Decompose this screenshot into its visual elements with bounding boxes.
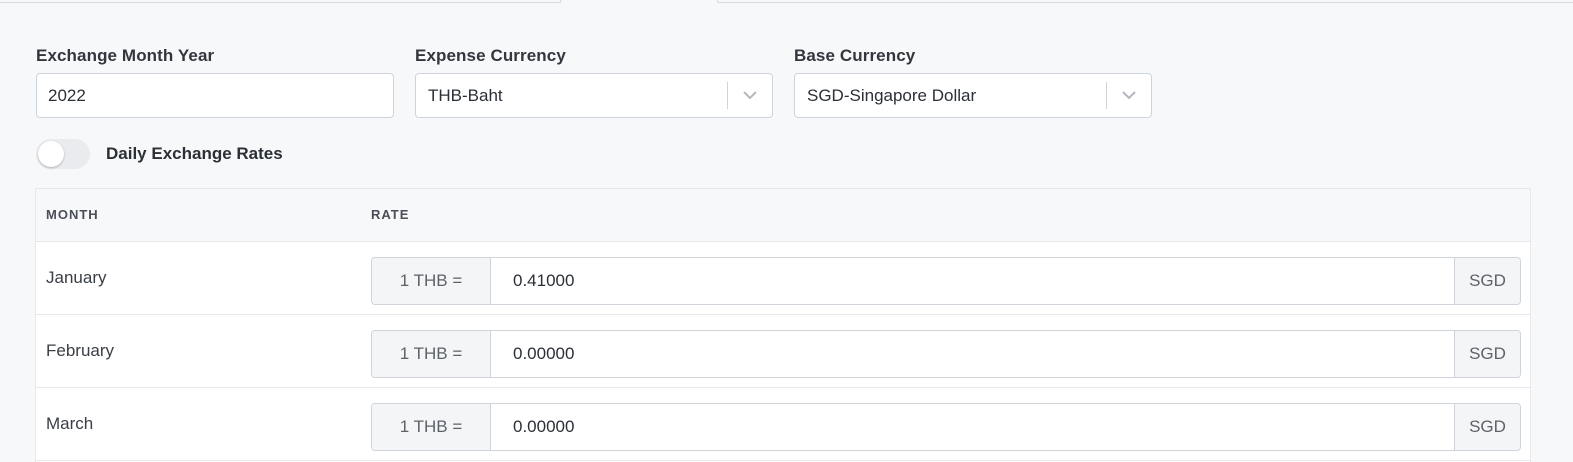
toggle-knob: [38, 141, 64, 167]
base-currency-value: SGD-Singapore Dollar: [807, 85, 977, 105]
rate-suffix: SGD: [1454, 331, 1520, 377]
rate-prefix: 1 THB =: [372, 331, 491, 377]
daily-exchange-rates-toggle[interactable]: [36, 139, 90, 169]
rate-input[interactable]: [491, 404, 1454, 450]
expense-currency-value: THB-Baht: [428, 85, 503, 105]
rate-prefix: 1 THB =: [372, 258, 491, 304]
tab-active[interactable]: [560, 0, 718, 3]
expense-currency-group: Expense Currency THB-Baht: [415, 44, 773, 118]
tab-divider-left: [0, 2, 560, 3]
chevron-down-icon[interactable]: [728, 74, 772, 117]
month-cell: January: [46, 268, 107, 287]
rate-input-group: 1 THB = SGD: [371, 257, 1521, 305]
exchange-month-year-input[interactable]: [37, 74, 393, 117]
exchange-month-year-group: Exchange Month Year: [36, 44, 394, 118]
month-column-header: MONTH: [46, 207, 99, 222]
rate-input-group: 1 THB = SGD: [371, 330, 1521, 378]
exchange-month-year-label: Exchange Month Year: [36, 46, 215, 65]
base-currency-select[interactable]: SGD-Singapore Dollar: [794, 73, 1152, 118]
table-row: March 1 THB = SGD: [36, 388, 1530, 461]
table-row: January 1 THB = SGD: [36, 242, 1530, 315]
exchange-month-year-box: [36, 73, 394, 118]
month-cell: March: [46, 414, 94, 433]
rate-input-group: 1 THB = SGD: [371, 403, 1521, 451]
rate-prefix: 1 THB =: [372, 404, 491, 450]
table-row: February 1 THB = SGD: [36, 315, 1530, 388]
daily-exchange-rates-row: Daily Exchange Rates: [36, 139, 283, 169]
expense-currency-label: Expense Currency: [415, 46, 566, 65]
base-currency-group: Base Currency SGD-Singapore Dollar: [794, 44, 1152, 118]
tab-bar: [0, 0, 1573, 3]
table-header: MONTH RATE: [36, 189, 1530, 242]
month-cell: February: [46, 341, 115, 360]
tab-divider-right: [718, 2, 1573, 3]
chevron-down-icon[interactable]: [1107, 74, 1151, 117]
rate-input[interactable]: [491, 331, 1454, 377]
daily-exchange-rates-label: Daily Exchange Rates: [106, 144, 283, 163]
rate-suffix: SGD: [1454, 258, 1520, 304]
rate-suffix: SGD: [1454, 404, 1520, 450]
rate-column-header: RATE: [371, 207, 410, 222]
rate-input[interactable]: [491, 258, 1454, 304]
expense-currency-select[interactable]: THB-Baht: [415, 73, 773, 118]
exchange-rates-table: MONTH RATE January 1 THB = SGD February …: [35, 188, 1531, 462]
base-currency-label: Base Currency: [794, 46, 916, 65]
